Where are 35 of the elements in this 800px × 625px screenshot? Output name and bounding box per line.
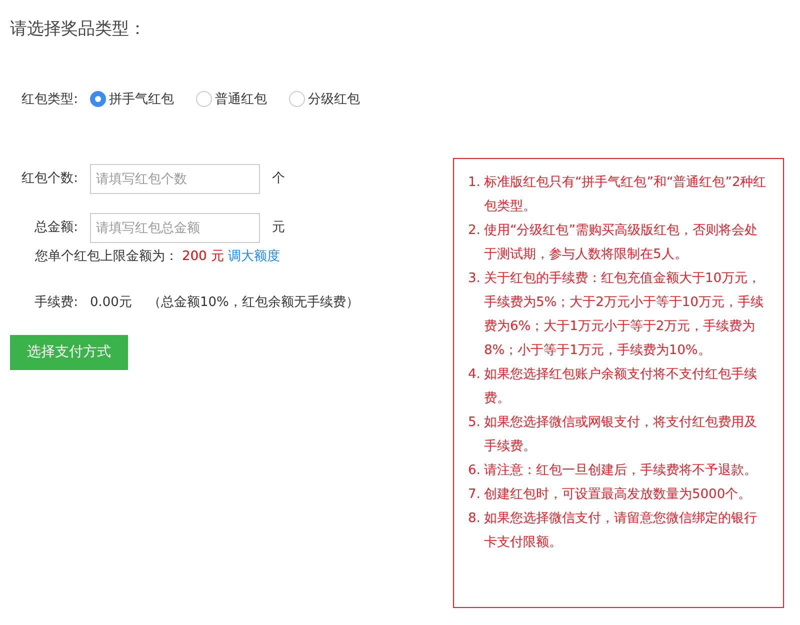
note-number: 6.	[468, 462, 482, 480]
fee-note: （总金额10%，红包余额无手续费）	[148, 294, 359, 312]
note-number: 1.	[468, 174, 482, 192]
note-text: 创建红包时，可设置最高发放数量为5000个。	[484, 486, 752, 504]
note-text: 如果您选择微信或网银支付，将支付红包费用及手续费。	[484, 414, 758, 456]
radio-icon	[289, 91, 305, 108]
note-number: 2.	[468, 222, 482, 240]
radio-option[interactable]: 拼手气红包	[90, 90, 174, 109]
input-field[interactable]: 请填写红包总金额	[90, 213, 260, 243]
limit-text: 您单个红包上限金额为：	[35, 248, 178, 266]
note-text: 请注意：红包一旦创建后，手续费将不予退款。	[484, 462, 757, 480]
note-text: 如果您选择微信支付，请留意您微信绑定的银行卡支付限额。	[484, 510, 758, 552]
note-text: 使用“分级红包”需购买高级版红包，否则将会处于测试期，参与人数将限制在5人。	[484, 222, 758, 264]
unit-label: 个	[272, 170, 285, 188]
note-text: 关于红包的手续费：红包充值金额大于10万元，手续费为5%；大于2万元小于等于10万元，手续费为6%；大于1万元小于等于2万元，手续费为8%；小于等于1万元，手续费为10%。	[484, 270, 764, 360]
unit-label: 元	[272, 219, 285, 238]
radio-option[interactable]: 普通红包	[196, 90, 267, 109]
input-field[interactable]: 请填写红包个数	[90, 164, 260, 194]
field-label: 红包类型:	[20, 90, 79, 108]
note-number: 3.	[468, 270, 482, 288]
note-text: 如果您选择红包账户余额支付将不支付红包手续费。	[484, 366, 758, 408]
field-label: 红包个数:	[20, 170, 79, 188]
radio-selected-icon	[90, 91, 106, 108]
radio-icon	[196, 91, 212, 108]
field-label: 总金额:	[34, 219, 79, 238]
note-number: 5.	[468, 414, 482, 432]
limit-amount: 200 元	[182, 248, 224, 266]
field-label: 手续费:	[34, 294, 79, 312]
note-number: 7.	[468, 486, 482, 504]
fee-value: 0.00元	[90, 294, 132, 312]
page-title: 请选择奖品类型：	[10, 18, 147, 41]
note-number: 4.	[468, 366, 482, 384]
note-number: 8.	[468, 510, 482, 528]
note-text: 标准版红包只有“拼手气红包”和“普通红包”2种红包类型。	[484, 174, 768, 216]
radio-option[interactable]: 分级红包	[289, 90, 360, 109]
